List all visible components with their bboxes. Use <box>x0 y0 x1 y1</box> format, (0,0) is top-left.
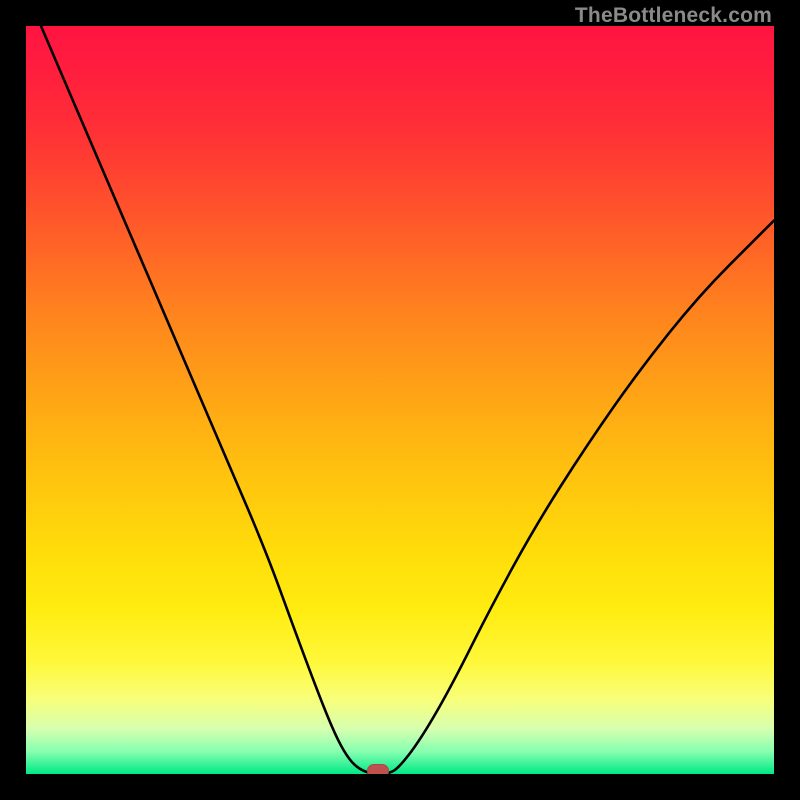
bottleneck-curve <box>26 26 774 774</box>
optimal-point-marker <box>367 764 389 774</box>
chart-frame: TheBottleneck.com <box>0 0 800 800</box>
plot-area <box>26 26 774 774</box>
watermark-text: TheBottleneck.com <box>575 4 772 28</box>
